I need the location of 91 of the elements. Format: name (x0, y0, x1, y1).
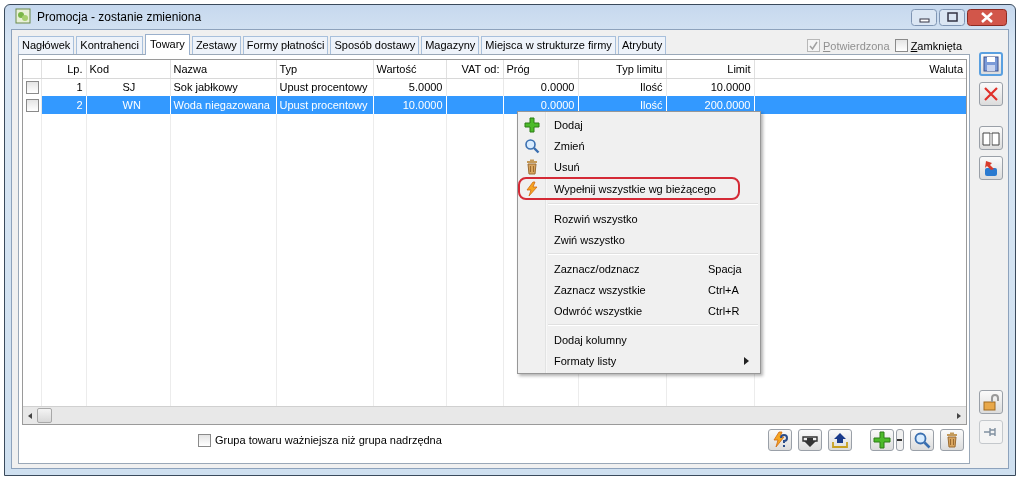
row-checkbox[interactable] (26, 98, 39, 112)
submenu-arrow-icon (744, 356, 749, 365)
column-header[interactable]: Waluta (929, 62, 963, 75)
menu-item[interactable]: Dodaj (520, 114, 758, 135)
save-button[interactable] (979, 52, 1003, 76)
tab[interactable]: Atrybuty (617, 36, 667, 54)
menu-item[interactable]: Dodaj kolumny (520, 329, 758, 350)
add-icon (873, 431, 891, 449)
lock-icon (982, 393, 1000, 411)
menu-item[interactable]: Odwróć wszystkie Ctrl+R (520, 300, 758, 321)
search-button[interactable] (910, 429, 934, 451)
table-cell: SJ (122, 81, 136, 94)
tab[interactable]: Miejsca w strukturze firmy (481, 36, 616, 54)
row-checkbox[interactable] (26, 81, 39, 95)
search-icon (524, 137, 540, 154)
horizontal-scrollbar[interactable] (23, 406, 966, 424)
menu-item[interactable]: Zaznacz wszystkie Ctrl+A (520, 279, 758, 300)
search-icon (913, 431, 931, 449)
shortcut-label: Ctrl+A (708, 283, 740, 296)
tab[interactable]: Zestawy (191, 36, 241, 54)
maximize-icon[interactable] (939, 8, 965, 26)
upload-icon (831, 431, 849, 449)
tab[interactable]: Formy płatności (242, 36, 329, 54)
menu-item[interactable]: Zaznacz/odznacz Spacja (520, 258, 758, 279)
table-cell: 0.0000 (540, 99, 575, 111)
column-header[interactable]: Próg (506, 62, 530, 75)
trash-icon (524, 158, 540, 175)
checkbox-label: Grupa towaru ważniejsza niż grupa nadrzędna (215, 434, 442, 446)
table-cell: Ilość (639, 99, 663, 111)
window-title: Promocja - zostanie zmieniona (37, 10, 203, 24)
table-cell: 2 (76, 99, 83, 111)
table-cell: Upust procentowy (279, 81, 368, 94)
checkbox-label: Zamknięta (910, 39, 962, 52)
close-icon (982, 85, 1000, 103)
column-header[interactable]: Limit (727, 62, 751, 75)
menu-item[interactable]: Zmień (520, 135, 758, 156)
download-button[interactable] (798, 429, 822, 451)
lightning-help-button[interactable] (768, 429, 792, 451)
checkbox-label: Potwierdzona (822, 39, 890, 52)
lightning-icon (524, 180, 540, 197)
dropdown-button[interactable] (896, 429, 904, 451)
table-cell: 200.0000 (704, 99, 751, 111)
column-header[interactable]: Wartość (376, 62, 417, 75)
column-header[interactable]: Typ (279, 62, 298, 75)
book-icon (982, 129, 1000, 147)
table-cell: Ilość (639, 81, 663, 94)
table-cell: Woda niegazowana (173, 99, 270, 111)
checkbox[interactable] (198, 433, 211, 447)
menu-item[interactable]: Usuń (520, 156, 758, 177)
table-cell: 0.0000 (540, 81, 575, 94)
save-icon (982, 55, 1000, 73)
export-icon (982, 159, 1000, 177)
column-header[interactable]: VAT od: (461, 62, 500, 75)
cancel-button[interactable] (979, 82, 1003, 106)
column-header[interactable]: Kod (89, 62, 110, 75)
book-button[interactable] (979, 126, 1003, 150)
menu-item[interactable]: Wypełnij wszystkie wg bieżącego (518, 177, 740, 200)
shortcut-label: Spacja (708, 262, 743, 275)
table-cell: 10.0000 (402, 99, 443, 111)
tab[interactable]: Nagłówek (18, 36, 75, 54)
table-cell: Sok jabłkowy (173, 81, 238, 94)
shortcut-label: Ctrl+R (708, 304, 741, 317)
tab[interactable]: Towary (145, 34, 190, 55)
add-icon (524, 116, 540, 133)
tab[interactable]: Magazyny (421, 36, 480, 54)
close-icon[interactable] (967, 8, 1007, 26)
column-header[interactable]: Typ limitu (616, 62, 663, 75)
lock-button[interactable] (979, 390, 1003, 414)
scrollbar-thumb[interactable] (37, 408, 52, 423)
table-cell: WN (122, 99, 141, 111)
table-cell: 10.0000 (710, 81, 751, 94)
export-button[interactable] (979, 156, 1003, 180)
table-cell: 1 (76, 81, 83, 94)
delete-button[interactable] (940, 429, 964, 451)
menu-item[interactable]: Rozwiń wszystko (520, 208, 758, 229)
menu-item[interactable]: Formaty listy (520, 350, 758, 371)
table-cell: 5.0000 (408, 81, 443, 94)
app-icon (15, 8, 31, 24)
table-cell: Upust procentowy (279, 99, 368, 111)
upload-button[interactable] (828, 429, 852, 451)
lightning-help-icon (771, 431, 789, 449)
minimize-icon[interactable] (911, 8, 937, 26)
tab[interactable]: Kontrahenci (76, 36, 144, 54)
column-header[interactable]: Lp. (67, 62, 83, 75)
menu-item[interactable]: Zwiń wszystko (520, 229, 758, 250)
scroll-left-icon[interactable] (26, 411, 34, 420)
tab[interactable]: Sposób dostawy (330, 36, 420, 54)
column-header[interactable]: Nazwa (173, 62, 208, 75)
scroll-right-icon[interactable] (955, 411, 963, 420)
dash-icon (897, 438, 903, 442)
checkbox[interactable] (894, 39, 908, 52)
